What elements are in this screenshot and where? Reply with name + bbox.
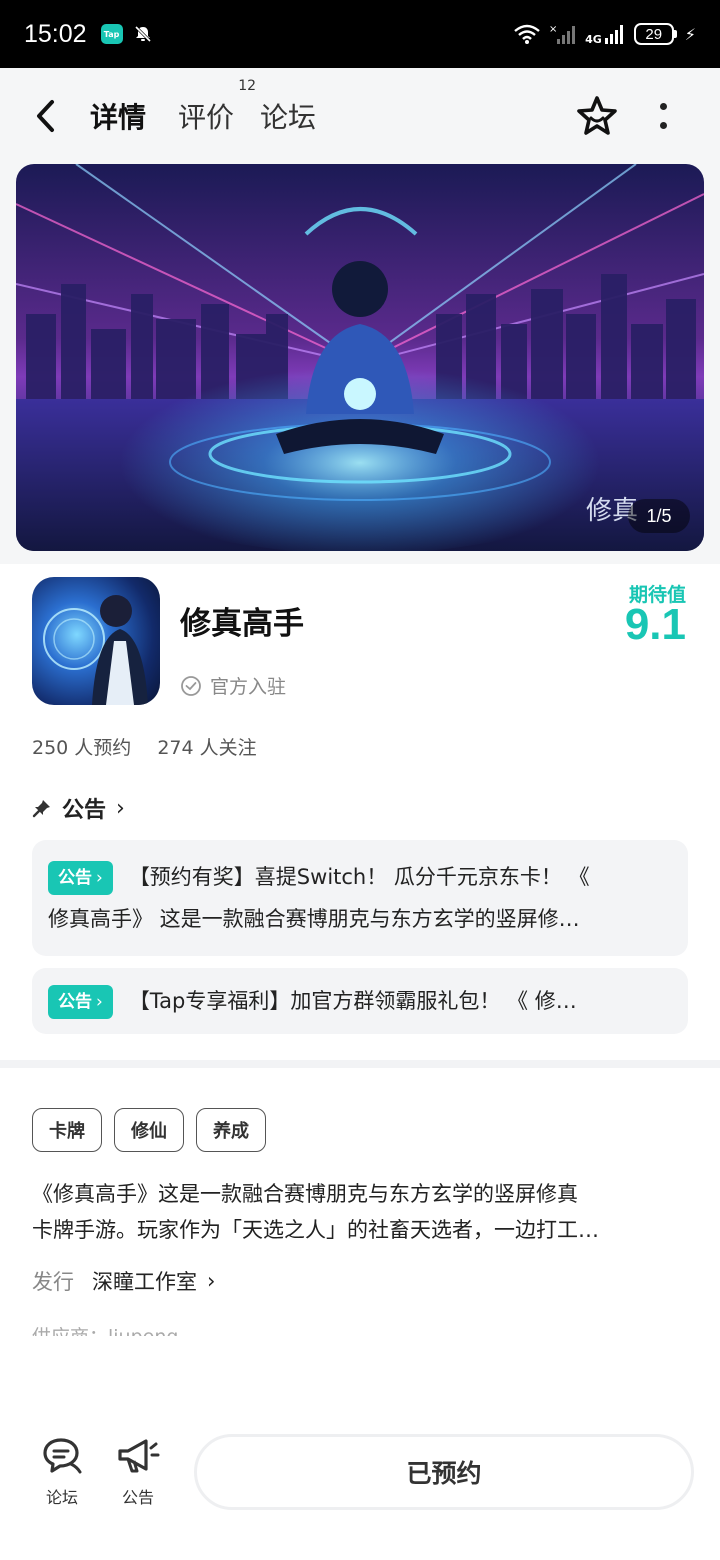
expectation-score: 9.1 (624, 600, 686, 649)
top-nav: 详情 评价 12 论坛 (0, 68, 720, 164)
notice-text-line1: 【Tap专享福利】加官方群领霸服礼包！ 《 修… (128, 989, 577, 1013)
battery-level: 29 (633, 23, 674, 45)
notice-label: 公告 (121, 1488, 154, 1507)
status-bar: 15:02 Tap × 4G 29 ⚡ (0, 0, 720, 68)
description-line1: 《修真高手》这是一款融合赛博朋克与东方玄学的竖屏修真 (32, 1182, 578, 1206)
supplier-row: 供应商：liupeng (32, 1322, 178, 1336)
official-badge: 官方入驻 (180, 672, 286, 699)
reviews-count: 12 (238, 78, 257, 94)
follower-count: 274 人关注 (157, 737, 257, 759)
notice-tag: 公告 › (48, 861, 113, 895)
charging-icon: ⚡ (684, 24, 696, 44)
reservation-count: 250 人预约 (32, 737, 132, 759)
carousel-counter: 1/5 (628, 499, 690, 533)
tab-details[interactable]: 详情 (86, 96, 151, 136)
tag-list: 卡牌 修仙 养成 (32, 1108, 266, 1152)
publisher-name: 深瞳工作室 (92, 1270, 197, 1294)
mute-icon (134, 25, 151, 43)
forum-button[interactable]: 论坛 (32, 1436, 92, 1508)
signal-off-icon: × (549, 24, 576, 44)
app-name: 修真高手 (180, 606, 304, 642)
back-icon[interactable] (34, 96, 68, 136)
app-stats: 250 人预约 274 人关注 (32, 733, 257, 760)
app-icon (32, 577, 160, 705)
tag-chip[interactable]: 修仙 (114, 1108, 184, 1152)
game-description[interactable]: 《修真高手》这是一款融合赛博朋克与东方玄学的竖屏修真 卡牌手游。玩家作为「天选之… (32, 1176, 688, 1248)
chevron-right-icon: › (96, 868, 103, 888)
reserved-button[interactable]: 已预约 (194, 1434, 694, 1510)
screenshot-carousel[interactable]: 修真 1/5 (16, 164, 704, 551)
forum-label: 论坛 (45, 1488, 78, 1507)
chat-bubble-icon (43, 1438, 82, 1474)
notice-card[interactable]: 公告 › 【Tap专享福利】加官方群领霸服礼包！ 《 修… (32, 968, 688, 1034)
description-line2: 卡牌手游。玩家作为「天选之人」的社畜天选者，一边打工… (32, 1218, 599, 1242)
battery-icon: 29 (633, 23, 677, 45)
more-icon[interactable] (650, 94, 676, 138)
banner-artwork: 修真 (16, 164, 704, 551)
wifi-icon (514, 24, 540, 44)
status-time: 15:02 (24, 19, 87, 48)
tab-forum[interactable]: 论坛 (260, 96, 316, 136)
notice-section-title: 公告 (62, 798, 107, 823)
tag-chip[interactable]: 卡牌 (32, 1108, 102, 1152)
svg-text:×: × (549, 24, 557, 35)
notice-text-line2: 修真高手》 这是一款融合赛博朋克与东方玄学的竖屏修… (48, 907, 580, 931)
tab-reviews[interactable]: 评价 12 (178, 78, 256, 136)
publisher-label: 发行 (32, 1270, 74, 1294)
tab-reviews-label: 评价 (178, 101, 235, 134)
tab-forum-label: 论坛 (260, 101, 317, 134)
megaphone-icon (118, 1439, 160, 1473)
check-circle-icon (181, 675, 201, 696)
network-type: 4G (585, 33, 602, 46)
chevron-right-icon: › (116, 795, 125, 821)
pin-icon (32, 800, 50, 818)
chevron-right-icon: › (207, 1269, 216, 1293)
cellular-signal-icon: 4G (585, 23, 626, 45)
notice-card[interactable]: 公告 › 【预约有奖】喜提Switch！ 瓜分千元京东卡！ 《 修真高手》 这是一款… (32, 840, 688, 956)
tab-details-label: 详情 (90, 101, 147, 134)
section-divider (0, 1060, 720, 1068)
tap-notification-icon: Tap (100, 24, 123, 44)
notice-section-header[interactable]: 公告 › (32, 792, 125, 824)
official-label: 官方入驻 (210, 676, 287, 698)
notice-tag: 公告 › (48, 985, 113, 1019)
star-icon[interactable] (575, 94, 619, 138)
publisher-row[interactable]: 发行 深瞳工作室 › (32, 1266, 215, 1296)
chevron-right-icon: › (96, 992, 103, 1012)
notice-text-line1: 【预约有奖】喜提Switch！ 瓜分千元京东卡！ 《 (128, 865, 590, 889)
notice-button[interactable]: 公告 (108, 1436, 168, 1508)
tag-chip[interactable]: 养成 (196, 1108, 266, 1152)
